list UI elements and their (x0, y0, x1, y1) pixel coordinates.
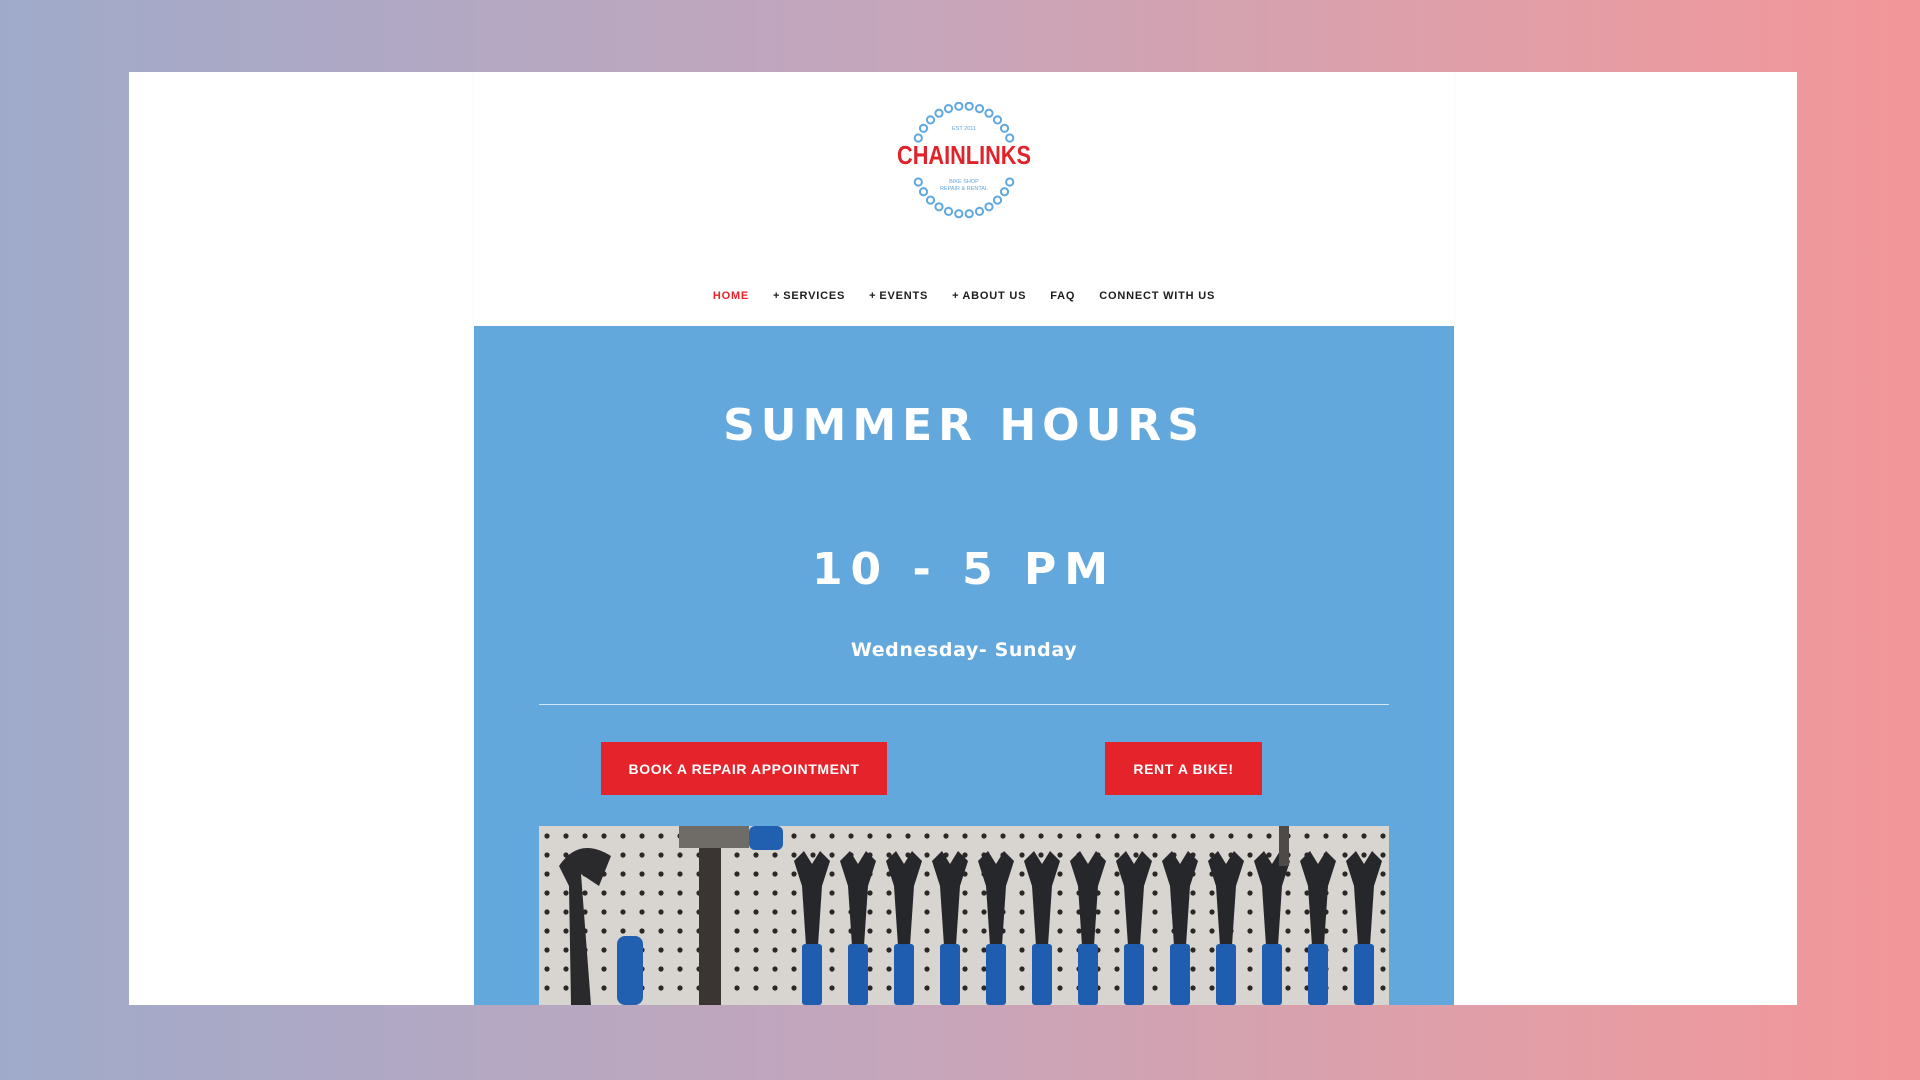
nav-item-home[interactable]: HOME (713, 290, 749, 302)
logo-wordmark: CHAINLINKS (897, 140, 1031, 170)
nav-item-label: FAQ (1050, 290, 1076, 302)
nav-item-events[interactable]: + EVENTS (869, 290, 928, 302)
nav-item-label: HOME (712, 290, 750, 302)
hero-title: SUMMER HOURS (723, 400, 1205, 451)
nav-item-faq[interactable]: FAQ (1050, 290, 1075, 302)
hero-section: SUMMER HOURS 10 - 5 PM Wednesday- Sunday… (474, 326, 1454, 1005)
main-nav: HOME + SERVICES + EVENTS + ABOUT US FAQ (474, 286, 1454, 306)
book-repair-button[interactable]: BOOK A REPAIR APPOINTMENT (601, 742, 887, 795)
site-header: EST 2011 CHAINLINKS BIKE SHOP REPAIR & R… (474, 72, 1454, 326)
expand-plus-icon: + (773, 290, 781, 302)
hero-divider (539, 704, 1389, 705)
expand-plus-icon: + (952, 290, 960, 302)
pegboard-wrenches-photo (539, 826, 1389, 1005)
logo-tagline-1: BIKE SHOP (949, 179, 979, 185)
hero-hours: 10 - 5 PM (811, 544, 1117, 595)
hero-days: Wednesday- Sunday (850, 639, 1078, 661)
nav-item-label: EVENTS (879, 290, 929, 302)
nav-item-label: ABOUT US (962, 290, 1027, 302)
site-page: EST 2011 CHAINLINKS BIKE SHOP REPAIR & R… (474, 72, 1454, 1005)
expand-plus-icon: + (869, 290, 877, 302)
logo-tagline-2: REPAIR & RENTAL (940, 186, 988, 192)
nav-item-about-us[interactable]: + ABOUT US (952, 290, 1026, 302)
nav-item-label: SERVICES (783, 290, 846, 302)
nav-item-services[interactable]: + SERVICES (773, 290, 845, 302)
nav-item-connect-with-us[interactable]: CONNECT WITH US (1099, 290, 1215, 302)
chainlinks-logo[interactable]: EST 2011 CHAINLINKS BIKE SHOP REPAIR & R… (890, 102, 1038, 232)
rent-bike-button[interactable]: RENT A BIKE! (1105, 742, 1262, 795)
browser-frame: EST 2011 CHAINLINKS BIKE SHOP REPAIR & R… (129, 72, 1797, 1005)
nav-item-label: CONNECT WITH US (1099, 290, 1216, 302)
logo-est-text: EST 2011 (952, 126, 976, 132)
